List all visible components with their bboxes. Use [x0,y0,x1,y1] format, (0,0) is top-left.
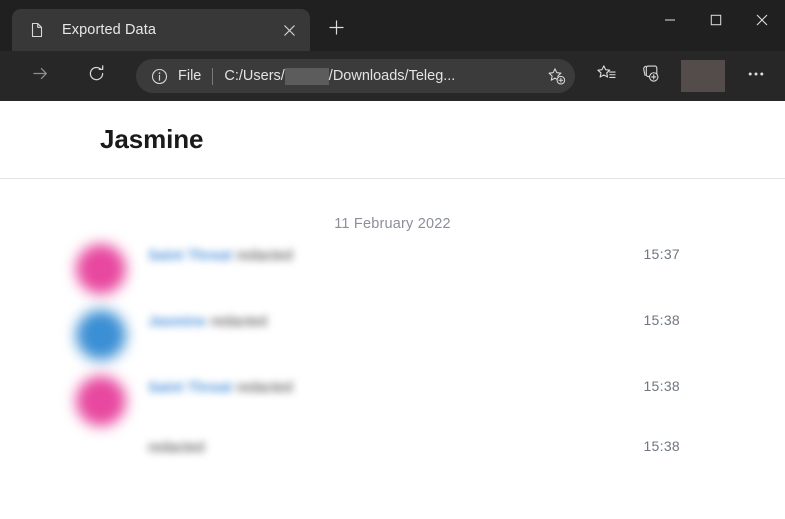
message-row: Jasmine redacted 15:38 [0,302,785,368]
message-list: Saint Threat redacted 15:37 Jasmine reda… [0,236,785,468]
browser-window: Exported Data File C:/Users/ /Downloads/… [0,0,785,519]
reload-icon [87,64,106,88]
tab-title: Exported Data [62,22,156,38]
profile-redaction-box[interactable] [681,60,725,92]
message-avatar-column [76,376,126,426]
message-body: Jasmine redacted [126,310,680,339]
message-row: Saint Threat redacted 15:37 [0,236,785,302]
settings-and-more-button[interactable] [739,59,773,93]
collections-button[interactable] [633,59,667,93]
message-text: redacted [236,380,293,396]
message-row: redacted 15:38 [0,434,785,468]
message-timestamp: 15:38 [643,312,680,328]
address-divider [212,67,214,85]
address-url-redaction-box [284,67,329,85]
arrow-right-icon [31,64,50,88]
forward-button[interactable] [22,58,58,94]
collections-plus-icon [640,63,661,89]
minimize-icon [664,13,676,31]
message-sender: Saint Threat [148,248,232,264]
message-timestamp: 15:37 [643,246,680,262]
ellipsis-horizontal-icon [746,64,766,89]
message-timestamp: 15:38 [643,438,680,454]
avatar [76,310,126,360]
message-row: Saint Threat redacted 15:38 [0,368,785,434]
favorites-button[interactable] [589,59,623,93]
message-text: redacted [236,248,293,264]
message-sender: Jasmine [148,314,207,330]
file-document-icon [28,21,46,39]
star-plus-icon[interactable] [541,61,571,91]
star-list-icon [596,63,617,89]
browser-toolbar: File C:/Users/ /Downloads/Teleg... [0,51,785,101]
page-title: Jasmine [100,124,204,154]
window-close-button[interactable] [739,0,785,44]
tab-close-icon[interactable] [276,17,302,43]
date-divider: 11 February 2022 [334,216,451,232]
maximize-icon [710,13,722,31]
message-text: redacted [210,314,267,330]
window-minimize-button[interactable] [647,0,693,44]
close-icon [756,13,768,31]
address-url: C:/Users/ /Downloads/Teleg... [224,67,537,85]
tab-exported-data[interactable]: Exported Data [12,9,310,51]
message-timestamp: 15:38 [643,378,680,394]
address-bar[interactable]: File C:/Users/ /Downloads/Teleg... [136,59,575,93]
address-url-suffix: /Downloads/Teleg... [328,68,456,84]
avatar [76,244,126,294]
message-body: Saint Threat redacted [126,244,680,273]
info-circle-icon[interactable] [148,65,170,87]
message-avatar-column [76,244,126,294]
address-scheme-label: File [178,68,202,84]
avatar [76,376,126,426]
message-text: redacted [148,440,205,456]
plus-icon [328,20,344,40]
address-url-prefix: C:/Users/ [224,68,285,84]
message-body: redacted [126,436,680,458]
message-sender: Saint Threat [148,380,232,396]
new-tab-button[interactable] [320,14,352,46]
tab-strip: Exported Data [0,0,785,51]
window-controls [647,0,785,44]
message-avatar-column [76,310,126,360]
window-maximize-button[interactable] [693,0,739,44]
message-body: Saint Threat redacted [126,376,680,405]
page-content: Jasmine 11 February 2022 Saint Threat re… [0,101,785,519]
reload-button[interactable] [78,58,114,94]
page-header: Jasmine [0,101,785,179]
